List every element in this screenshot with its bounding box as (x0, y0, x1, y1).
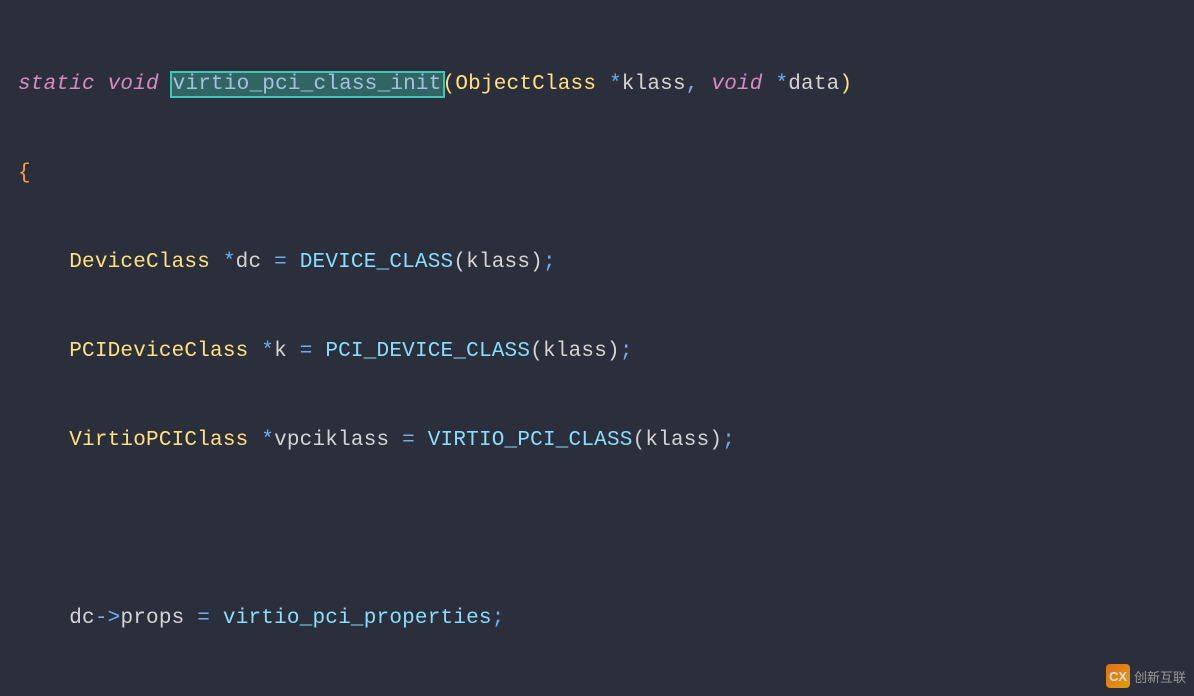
op-eq: = (300, 340, 313, 363)
op-star: * (261, 340, 274, 363)
func-pci-device-class: PCI_DEVICE_CLASS (325, 340, 530, 363)
arg-klass: klass (645, 429, 709, 452)
code-line-3[interactable]: DeviceClass *dc = DEVICE_CLASS(klass); (18, 241, 1176, 286)
op-star: * (261, 429, 274, 452)
func-device-class: DEVICE_CLASS (300, 251, 454, 274)
type-pcideviceclass: PCIDeviceClass (69, 340, 248, 363)
code-line-4[interactable]: PCIDeviceClass *k = PCI_DEVICE_CLASS(kla… (18, 330, 1176, 375)
paren: ( (530, 340, 543, 363)
selected-function-name[interactable]: virtio_pci_class_init (172, 73, 443, 96)
comma: , (686, 73, 699, 96)
code-editor[interactable]: static void virtio_pci_class_init(Object… (0, 0, 1194, 696)
code-line-1[interactable]: static void virtio_pci_class_init(Object… (18, 63, 1176, 108)
obj: dc (69, 607, 95, 630)
semicolon: ; (543, 251, 556, 274)
code-line-7[interactable]: dc->props = virtio_pci_properties; (18, 597, 1176, 642)
op-star: * (223, 251, 236, 274)
watermark-logo-icon: CX (1106, 664, 1130, 688)
arg-klass: klass (466, 251, 530, 274)
code-line-2[interactable]: { (18, 152, 1176, 197)
code-blank-line[interactable] (18, 508, 1176, 553)
type-virtiopciclass: VirtioPCIClass (69, 429, 248, 452)
var-vpciklass: vpciklass (274, 429, 389, 452)
value: virtio_pci_properties (223, 607, 492, 630)
keyword-static: static (18, 73, 95, 96)
watermark: CX 创新互联 (1106, 664, 1186, 688)
op-eq: = (274, 251, 287, 274)
brace-open: { (18, 162, 31, 185)
type-objectclass: ObjectClass (455, 73, 596, 96)
paren-open: ( (443, 73, 456, 96)
keyword-void: void (108, 73, 159, 96)
code-line-8[interactable]: k->realize = virtio_pci_realize; (18, 686, 1176, 696)
paren: ( (453, 251, 466, 274)
keyword-void2: void (711, 73, 762, 96)
param-data: data (788, 73, 839, 96)
op-arrow: -> (95, 607, 121, 630)
var-dc: dc (236, 251, 262, 274)
paren-close: ) (839, 73, 852, 96)
op-eq: = (197, 607, 210, 630)
paren: ) (709, 429, 722, 452)
member-props: props (120, 607, 184, 630)
param-klass: klass (622, 73, 686, 96)
op-eq: = (402, 429, 415, 452)
paren: ) (607, 340, 620, 363)
arg-klass: klass (543, 340, 607, 363)
type-deviceclass: DeviceClass (69, 251, 210, 274)
var-k: k (274, 340, 287, 363)
op-star2: * (775, 73, 788, 96)
watermark-text: 创新互联 (1134, 667, 1186, 686)
code-line-5[interactable]: VirtioPCIClass *vpciklass = VIRTIO_PCI_C… (18, 419, 1176, 464)
semicolon: ; (620, 340, 633, 363)
semicolon: ; (492, 607, 505, 630)
paren: ) (530, 251, 543, 274)
semicolon: ; (722, 429, 735, 452)
op-star: * (609, 73, 622, 96)
func-virtio-pci-class: VIRTIO_PCI_CLASS (428, 429, 633, 452)
paren: ( (633, 429, 646, 452)
